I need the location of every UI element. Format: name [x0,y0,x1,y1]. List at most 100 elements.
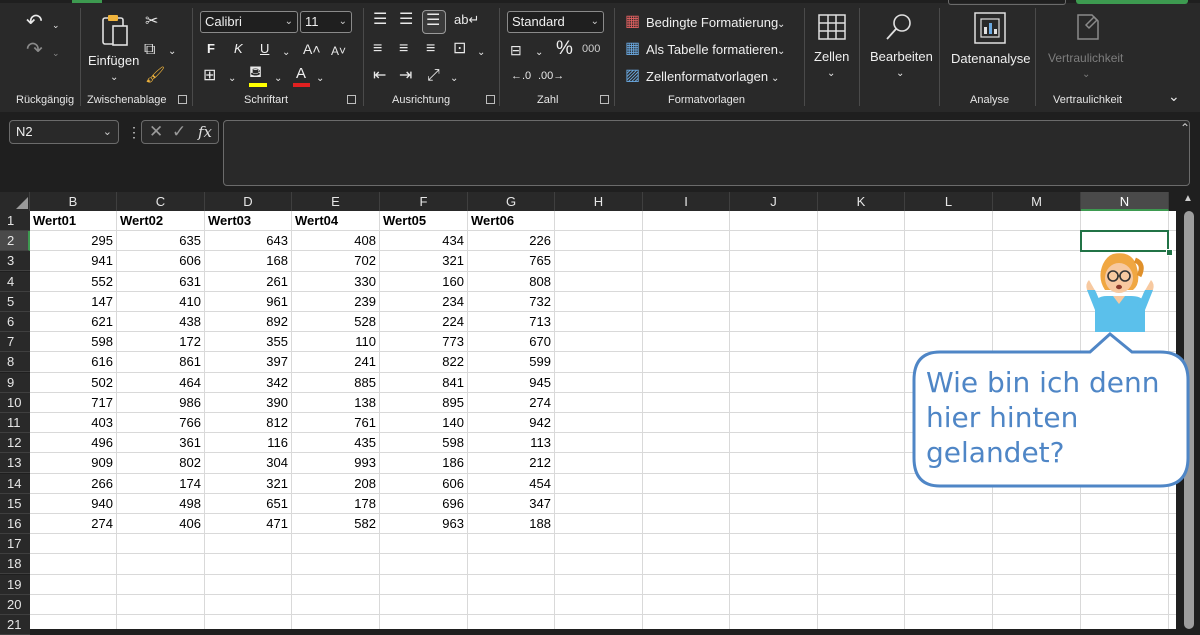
merge-dropdown-icon[interactable]: ⌄ [477,45,485,61]
row-header[interactable]: 10 [0,393,30,413]
orientation-icon[interactable]: ⤢ [427,68,440,84]
table-header-cell[interactable]: Wert03 [205,211,291,231]
cell-styles-button[interactable]: Zellenformatvorlagen [646,69,768,84]
column-header[interactable]: L [905,192,993,211]
table-cell[interactable]: 765 [468,251,551,271]
table-cell[interactable]: 502 [30,373,113,393]
conditional-formatting-icon[interactable]: ▦ [625,14,640,30]
table-cell[interactable]: 361 [117,433,201,453]
table-cell[interactable]: 496 [30,433,113,453]
underline-dropdown-icon[interactable]: ⌄ [282,45,290,61]
align-left-icon[interactable]: ≡ [373,41,382,57]
align-middle-icon[interactable]: ☰ [399,12,413,28]
row-header[interactable]: 21 [0,615,30,635]
table-cell[interactable]: 172 [117,332,201,352]
table-cell[interactable]: 174 [117,474,201,494]
table-cell[interactable]: 168 [205,251,288,271]
editing-dropdown-icon[interactable]: ⌄ [896,66,904,82]
table-cell[interactable]: 941 [30,251,113,271]
table-cell[interactable]: 598 [30,332,113,352]
table-cell[interactable]: 224 [380,312,464,332]
table-cell[interactable]: 321 [205,474,288,494]
borders-dropdown-icon[interactable]: ⌄ [228,71,236,87]
table-cell[interactable]: 406 [117,514,201,534]
table-cell[interactable]: 635 [117,231,201,251]
row-header[interactable]: 18 [0,554,30,574]
table-cell[interactable]: 138 [292,393,376,413]
cut-icon[interactable]: ✂ [145,14,158,30]
table-cell[interactable]: 403 [30,413,113,433]
table-cell[interactable]: 140 [380,413,464,433]
name-box[interactable]: N2 ⌄ [9,120,119,144]
increase-decimal-icon[interactable]: ←.0 [511,68,531,84]
copy-icon[interactable]: ⧉ [144,42,155,58]
row-header[interactable]: 13 [0,453,30,473]
table-header-cell[interactable]: Wert02 [117,211,204,231]
row-header[interactable]: 20 [0,595,30,615]
table-cell[interactable]: 892 [205,312,288,332]
redo-icon[interactable]: ↷ [26,40,43,60]
more-options-icon[interactable]: ⋮ [127,122,141,142]
table-cell[interactable]: 410 [117,292,201,312]
redo-dropdown-icon[interactable]: ⌄ [52,45,60,61]
fill-handle[interactable] [1166,249,1173,256]
table-cell[interactable]: 438 [117,312,201,332]
select-all-corner[interactable] [0,192,30,211]
orientation-dropdown-icon[interactable]: ⌄ [450,71,458,87]
table-header-cell[interactable]: Wert05 [380,211,467,231]
increase-font-size-icon[interactable]: A˄ [303,41,321,57]
table-cell[interactable]: 160 [380,272,464,292]
formula-input[interactable] [223,120,1190,186]
table-cell[interactable]: 347 [468,494,551,514]
row-header[interactable]: 4 [0,272,30,292]
table-cell[interactable]: 885 [292,373,376,393]
font-launcher-icon[interactable] [347,95,356,104]
table-cell[interactable]: 498 [117,494,201,514]
table-cell[interactable]: 471 [205,514,288,534]
format-as-table-icon[interactable]: ▦ [625,41,640,57]
editing-button[interactable]: Bearbeiten [870,49,933,64]
column-header[interactable]: F [380,192,468,211]
table-cell[interactable]: 812 [205,413,288,433]
table-cell[interactable]: 961 [205,292,288,312]
table-cell[interactable]: 945 [468,373,551,393]
undo-icon[interactable]: ↶ [26,12,43,32]
row-header[interactable]: 8 [0,352,30,372]
search-icon[interactable] [884,12,914,42]
table-cell[interactable]: 464 [117,373,201,393]
conditional-formatting-button[interactable]: Bedingte Formatierung [646,15,778,30]
table-cell[interactable]: 116 [205,433,288,453]
ribbon-collapse-icon[interactable]: ⌄ [1168,88,1180,104]
cells-button[interactable]: Zellen [814,49,849,64]
table-cell[interactable]: 717 [30,393,113,413]
table-cell[interactable]: 761 [292,413,376,433]
undo-dropdown-icon[interactable]: ⌄ [52,17,60,33]
table-cell[interactable]: 266 [30,474,113,494]
table-cell[interactable]: 670 [468,332,551,352]
table-header-cell[interactable]: Wert01 [30,211,116,231]
table-cell[interactable]: 397 [205,352,288,372]
table-cell[interactable]: 110 [292,332,376,352]
row-header[interactable]: 9 [0,373,30,393]
accounting-dropdown-icon[interactable]: ⌄ [535,45,543,61]
row-header[interactable]: 14 [0,474,30,494]
format-painter-icon[interactable]: 🖌 [145,68,165,84]
column-header[interactable]: J [730,192,818,211]
format-as-table-dropdown-icon[interactable]: ⌄ [777,44,785,60]
column-header[interactable]: B [30,192,117,211]
table-cell[interactable]: 408 [292,231,376,251]
table-cell[interactable]: 940 [30,494,113,514]
row-header[interactable]: 6 [0,312,30,332]
table-cell[interactable]: 696 [380,494,464,514]
number-launcher-icon[interactable] [600,95,609,104]
table-cell[interactable]: 186 [380,453,464,473]
table-cell[interactable]: 234 [380,292,464,312]
table-cell[interactable]: 552 [30,272,113,292]
table-cell[interactable]: 178 [292,494,376,514]
fill-color-icon[interactable]: ⛾ [249,65,262,81]
table-header-cell[interactable]: Wert04 [292,211,379,231]
wrap-text-icon[interactable]: ab↵ [454,12,479,28]
row-header[interactable]: 17 [0,534,30,554]
align-top-icon[interactable]: ☰ [373,12,387,28]
alignment-launcher-icon[interactable] [486,95,495,104]
